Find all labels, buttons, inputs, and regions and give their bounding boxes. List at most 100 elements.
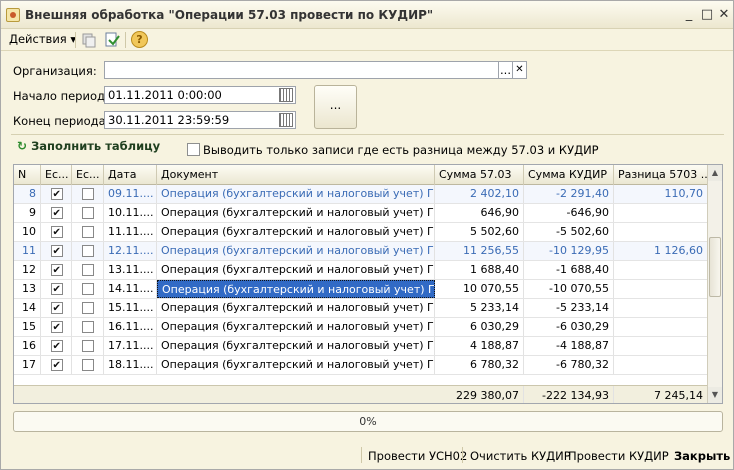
- cell-diff[interactable]: [614, 299, 708, 317]
- cell-sum5703[interactable]: 1 688,40: [435, 261, 524, 279]
- row-checkbox[interactable]: [82, 207, 94, 219]
- cell-sum5703[interactable]: 646,90: [435, 204, 524, 222]
- org-clear-button[interactable]: ✕: [512, 61, 527, 79]
- table-row[interactable]: 11 12.11....Операция (бухгалтерский и нал…: [14, 242, 708, 261]
- row-checkbox[interactable]: [50, 281, 63, 298]
- cell-document[interactable]: Операция (бухгалтерский и налоговый учет…: [157, 318, 435, 336]
- cell-sum5703[interactable]: 6 030,29: [435, 318, 524, 336]
- cell-date[interactable]: 12.11....: [104, 242, 157, 260]
- row-checkbox[interactable]: [50, 262, 63, 279]
- cell-n[interactable]: 15: [14, 318, 41, 336]
- cell-date[interactable]: 15.11....: [104, 299, 157, 317]
- row-checkbox[interactable]: [82, 283, 94, 295]
- cell-n[interactable]: 13: [14, 280, 41, 298]
- start-date-field[interactable]: 01.11.2011 0:00:00: [104, 86, 296, 104]
- cell-diff[interactable]: [614, 280, 708, 298]
- cell-sum5703[interactable]: 11 256,55: [435, 242, 524, 260]
- row-checkbox[interactable]: [50, 338, 63, 355]
- col-header-date[interactable]: Дата: [104, 165, 157, 185]
- table-row[interactable]: 8 09.11....Операция (бухгалтерский и нало…: [14, 185, 708, 204]
- col-header-sum-kudir[interactable]: Сумма КУДИР: [524, 165, 614, 185]
- cell-document[interactable]: Операция (бухгалтерский и налоговый учет…: [157, 242, 435, 260]
- col-header-diff[interactable]: Разница 5703 ...: [614, 165, 708, 185]
- cell-document[interactable]: Операция (бухгалтерский и налоговый учет…: [157, 185, 435, 203]
- table-row[interactable]: 15 16.11....Операция (бухгалтерский и нал…: [14, 318, 708, 337]
- table-row[interactable]: 10 11.11....Операция (бухгалтерский и нал…: [14, 223, 708, 242]
- cell-sum-kudir[interactable]: -10 070,55: [524, 280, 614, 298]
- scroll-down-arrow-icon[interactable]: ▼: [708, 387, 722, 403]
- table-row[interactable]: 14 15.11....Операция (бухгалтерский и нал…: [14, 299, 708, 318]
- fill-table-button[interactable]: ↻ Заполнить таблицу: [17, 139, 160, 153]
- period-select-button[interactable]: ...: [314, 85, 357, 129]
- cell-sum-kudir[interactable]: -6 780,32: [524, 356, 614, 374]
- cell-sum-kudir[interactable]: -6 030,29: [524, 318, 614, 336]
- cell-n[interactable]: 9: [14, 204, 41, 222]
- cell-n[interactable]: 16: [14, 337, 41, 355]
- cell-date[interactable]: 17.11....: [104, 337, 157, 355]
- cell-date[interactable]: 14.11....: [104, 280, 157, 298]
- row-checkbox[interactable]: [82, 321, 94, 333]
- cell-sum5703[interactable]: 2 402,10: [435, 185, 524, 203]
- cell-sum-kudir[interactable]: -2 291,40: [524, 185, 614, 203]
- copy-icon[interactable]: [81, 32, 97, 48]
- actions-menu[interactable]: Действия ▾: [9, 32, 76, 46]
- table-row[interactable]: 12 13.11....Операция (бухгалтерский и нал…: [14, 261, 708, 280]
- minimize-button[interactable]: _: [681, 7, 697, 23]
- calendar-icon[interactable]: [279, 88, 293, 102]
- cell-date[interactable]: 13.11....: [104, 261, 157, 279]
- cell-sum-kudir[interactable]: -646,90: [524, 204, 614, 222]
- cell-sum-kudir[interactable]: -5 502,60: [524, 223, 614, 241]
- help-icon[interactable]: ?: [131, 31, 148, 48]
- row-checkbox[interactable]: [82, 226, 94, 238]
- cell-sum5703[interactable]: 6 780,32: [435, 356, 524, 374]
- cell-document[interactable]: Операция (бухгалтерский и налоговый учет…: [157, 261, 435, 279]
- row-checkbox[interactable]: [82, 245, 94, 257]
- col-header-sum5703[interactable]: Сумма 57.03: [435, 165, 524, 185]
- org-field[interactable]: [104, 61, 499, 79]
- cell-diff[interactable]: 110,70: [614, 185, 708, 203]
- cell-document[interactable]: Операция (бухгалтерский и налоговый учет…: [157, 337, 435, 355]
- cell-n[interactable]: 14: [14, 299, 41, 317]
- cell-diff[interactable]: [614, 356, 708, 374]
- col-header-n[interactable]: N: [14, 165, 41, 185]
- cell-date[interactable]: 11.11....: [104, 223, 157, 241]
- cell-n[interactable]: 8: [14, 185, 41, 203]
- cell-document[interactable]: Операция (бухгалтерский и налоговый учет…: [157, 223, 435, 241]
- row-checkbox[interactable]: [82, 188, 94, 200]
- table-row[interactable]: 13 14.11....Операция (бухгалтерский и нал…: [14, 280, 708, 299]
- cell-n[interactable]: 12: [14, 261, 41, 279]
- row-checkbox[interactable]: [82, 302, 94, 314]
- row-checkbox[interactable]: [50, 319, 63, 336]
- col-header-document[interactable]: Документ: [157, 165, 435, 185]
- cell-document[interactable]: Операция (бухгалтерский и налоговый учет…: [157, 280, 435, 298]
- calendar-icon[interactable]: [279, 113, 293, 127]
- row-checkbox[interactable]: [50, 243, 63, 260]
- cell-date[interactable]: 16.11....: [104, 318, 157, 336]
- row-checkbox[interactable]: [82, 264, 94, 276]
- post-usn02-button[interactable]: Провести УСН02: [368, 449, 467, 463]
- cell-sum5703[interactable]: 10 070,55: [435, 280, 524, 298]
- col-header-check1[interactable]: Ес...: [41, 165, 72, 185]
- cell-diff[interactable]: 1 126,60: [614, 242, 708, 260]
- row-checkbox[interactable]: [82, 340, 94, 352]
- cell-document[interactable]: Операция (бухгалтерский и налоговый учет…: [157, 299, 435, 317]
- cell-sum5703[interactable]: 5 502,60: [435, 223, 524, 241]
- row-checkbox[interactable]: [50, 205, 63, 222]
- cell-date[interactable]: 18.11....: [104, 356, 157, 374]
- cell-sum-kudir[interactable]: -4 188,87: [524, 337, 614, 355]
- col-header-check2[interactable]: Ес...: [72, 165, 104, 185]
- cell-diff[interactable]: [614, 223, 708, 241]
- vertical-scrollbar[interactable]: ▲ ▼: [707, 165, 722, 403]
- maximize-button[interactable]: □: [699, 7, 715, 23]
- clear-kudir-button[interactable]: Очистить КУДИР: [470, 449, 571, 463]
- table-row[interactable]: 9 10.11....Операция (бухгалтерский и нало…: [14, 204, 708, 223]
- row-checkbox[interactable]: [50, 186, 63, 203]
- table-row[interactable]: 16 17.11....Операция (бухгалтерский и нал…: [14, 337, 708, 356]
- cell-n[interactable]: 10: [14, 223, 41, 241]
- end-date-field[interactable]: 30.11.2011 23:59:59: [104, 111, 296, 129]
- table-row[interactable]: 17 18.11....Операция (бухгалтерский и нал…: [14, 356, 708, 375]
- cell-date[interactable]: 09.11....: [104, 185, 157, 203]
- scroll-up-arrow-icon[interactable]: ▲: [708, 165, 722, 181]
- cell-sum5703[interactable]: 5 233,14: [435, 299, 524, 317]
- cell-diff[interactable]: [614, 204, 708, 222]
